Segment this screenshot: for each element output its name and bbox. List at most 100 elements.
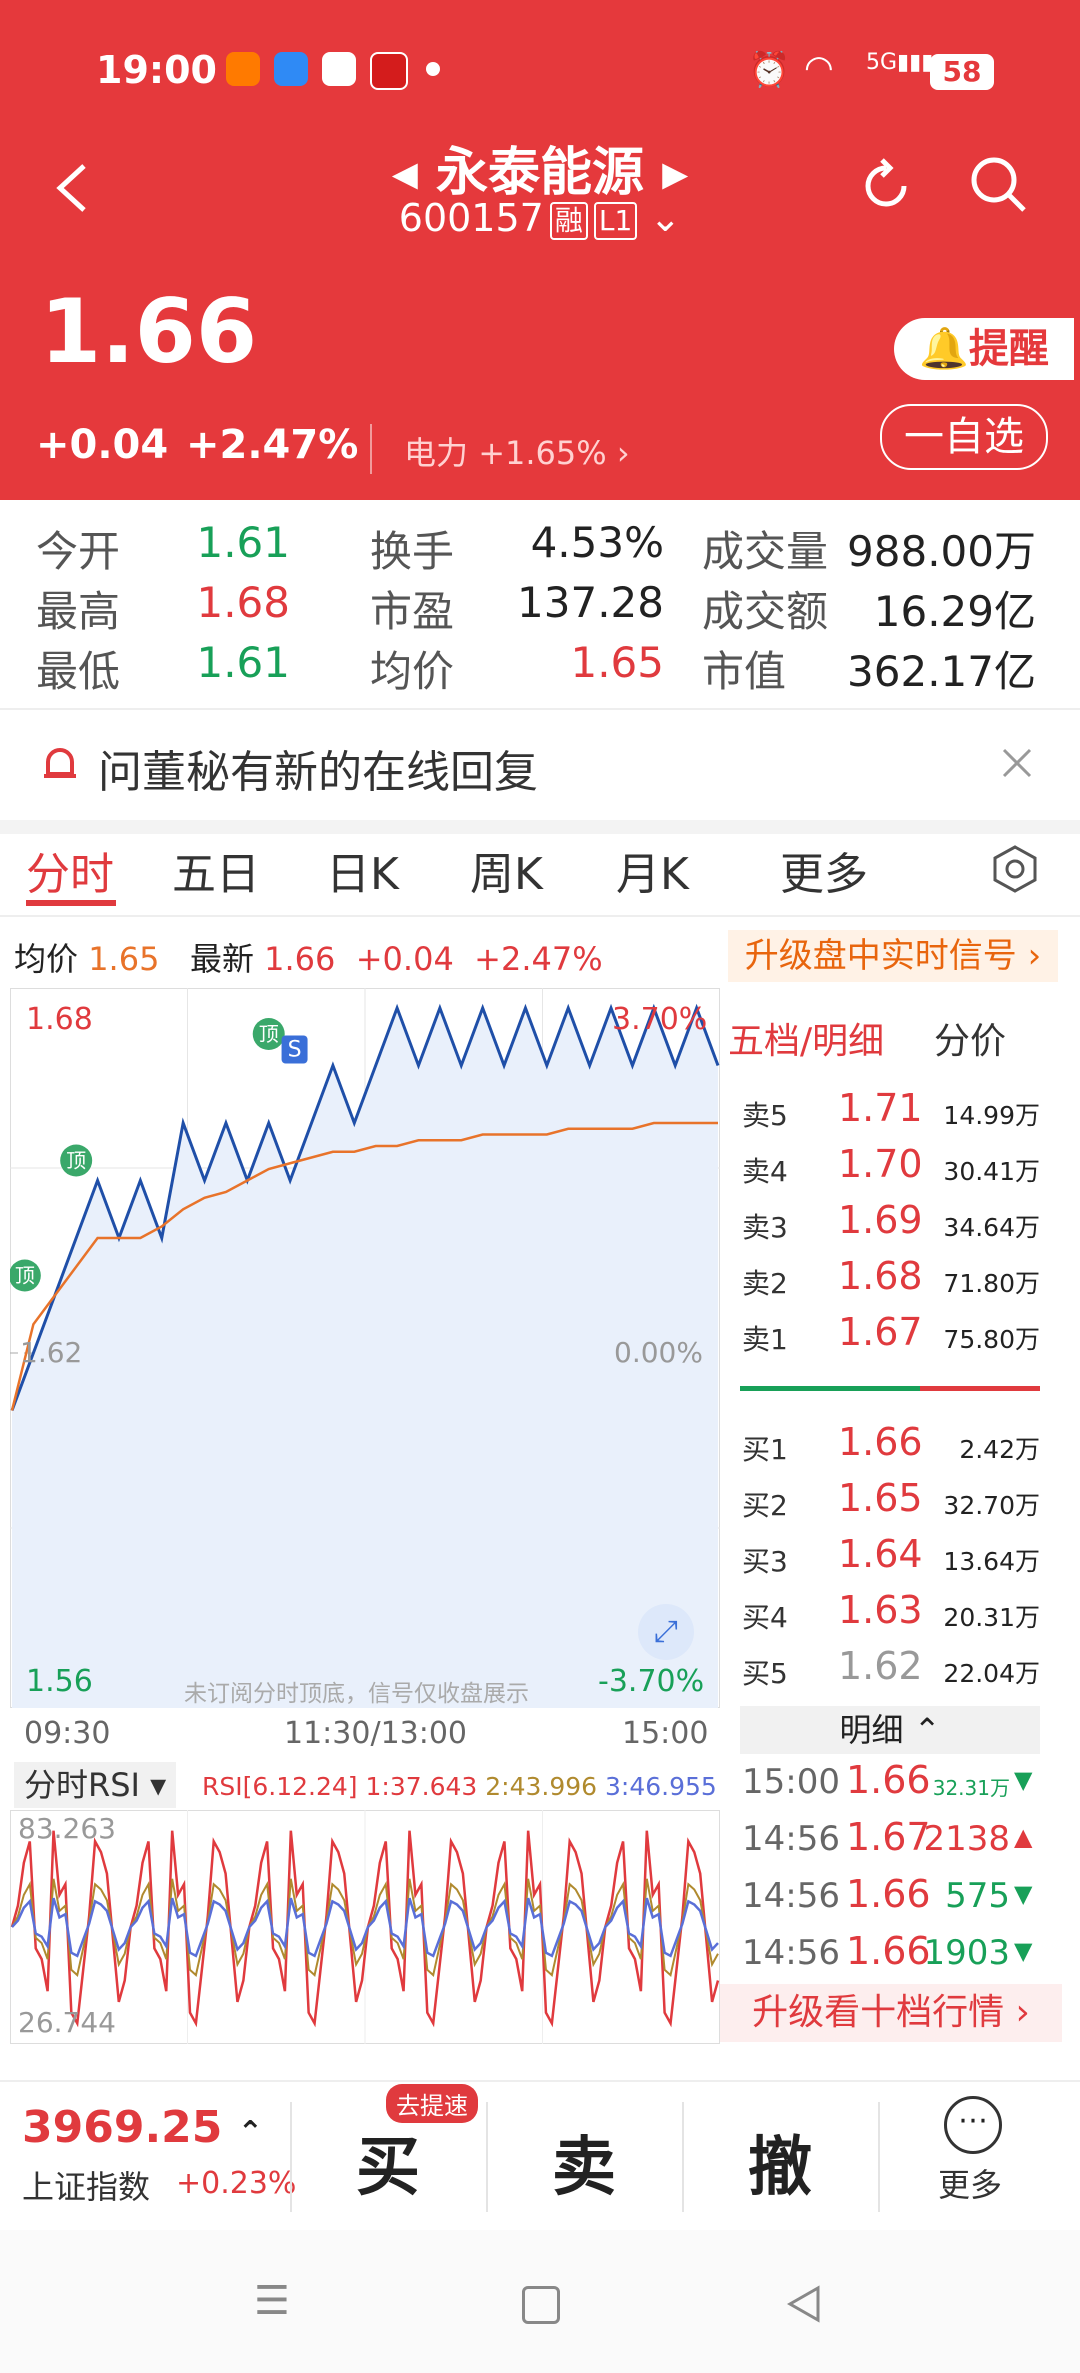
index-name: 上证指数 [22, 2168, 151, 2206]
sell-button[interactable]: 卖 [552, 2116, 616, 2208]
tab-1[interactable]: 五日 [172, 838, 260, 902]
tick-time: 14:56 [742, 1876, 840, 1916]
tick-volume: 575 [945, 1876, 1010, 1916]
ob-label: 卖4 [742, 1155, 788, 1188]
tab-underline [26, 900, 116, 906]
system-nav-bar: ☰ [0, 2230, 1080, 2373]
divider [486, 2102, 488, 2212]
stat-label: 均价 [370, 647, 455, 696]
y-label-mid: 1.62 [20, 1336, 83, 1369]
stat-value: 4.53% [530, 518, 664, 567]
menu-icon[interactable]: ☰ [254, 2278, 290, 2324]
upgrade-level10-button[interactable]: 升级看十档行情 › [720, 1984, 1062, 2042]
ob-label: 买3 [742, 1545, 788, 1578]
upgrade-signal-button[interactable]: 升级盘中实时信号 › [728, 930, 1058, 982]
status-time: 19:00 [96, 48, 217, 92]
watchlist-button[interactable]: 一自选 [880, 404, 1048, 470]
chart-info: 均价 1.65 最新 1.66 +0.04 +2.47% [14, 940, 603, 978]
y-label-top: 1.68 [26, 1002, 93, 1037]
divider [0, 915, 1080, 917]
arrow-up-icon: ▲ [1014, 1823, 1033, 1851]
ob-label: 卖2 [742, 1267, 788, 1300]
ob-price: 1.67 [838, 1310, 923, 1354]
y-label-bottom: 1.56 [26, 1664, 93, 1699]
arrow-down-icon: ▼ [1014, 1937, 1033, 1965]
back-nav-icon[interactable] [784, 2284, 824, 2324]
more-label[interactable]: 更多 [938, 2160, 1002, 2206]
ob-volume: 30.41万 [943, 1157, 1040, 1186]
divider [878, 2102, 880, 2212]
search-icon[interactable] [966, 152, 1030, 216]
rsi-selector[interactable]: 分时RSI ▾ [14, 1762, 177, 1808]
notice-text: 问董秘有新的在线回复 [98, 747, 538, 798]
prev-stock-icon[interactable]: ◂ [392, 143, 436, 203]
last-price: 1.66 [40, 280, 258, 383]
tick-time: 14:56 [742, 1933, 840, 1973]
ob-volume: 13.64万 [943, 1547, 1040, 1576]
bell-icon [44, 748, 76, 778]
fullscreen-icon[interactable]: ⤢ [638, 1604, 694, 1660]
top-marker-label: 顶 [66, 1149, 86, 1173]
stats-grid: 今开 1.61 换手 4.53% 成交量 988.00万 最高 1.68 市盈 137.28 成交额… [0, 500, 1080, 708]
notice-bar[interactable]: 问董秘有新的在线回复 [0, 708, 1080, 834]
buy-button[interactable]: 买 [356, 2116, 420, 2208]
settings-icon[interactable] [990, 844, 1040, 894]
alarm-icon: ⏰ [748, 50, 791, 90]
tick-volume: 2138 [923, 1819, 1010, 1859]
more-icon[interactable]: ⋯ [944, 2096, 1002, 2154]
stat-value: 16.29亿 [873, 587, 1036, 636]
remind-button[interactable]: 🔔提醒 [894, 318, 1074, 380]
top-marker-label: 顶 [15, 1264, 35, 1288]
price-change-pct: +2.47% [186, 422, 359, 468]
divider [370, 424, 372, 474]
stat-value: 362.17亿 [847, 647, 1036, 696]
stat-label: 市值 [702, 647, 787, 696]
dot-icon [426, 62, 440, 76]
stat-label: 成交量 [702, 527, 829, 576]
ob-label: 买1 [742, 1433, 788, 1466]
stat-value: 1.68 [196, 578, 290, 627]
stock-name: ◂ 永泰能源 ▸ [391, 143, 689, 203]
tab-5[interactable]: 更多 [780, 838, 868, 902]
index-pct: +0.23% [176, 2166, 297, 2201]
ob-volume: 71.80万 [943, 1269, 1040, 1298]
wifi-icon: ◠ [804, 48, 834, 88]
bid-ask-ratio-bar [740, 1386, 1040, 1391]
home-icon[interactable] [522, 2286, 560, 2324]
signal-icon: 5G▮▮▮ [866, 50, 934, 75]
x-label-mid: 11:30/13:00 [284, 1716, 468, 1751]
tab-2[interactable]: 日K [326, 838, 399, 902]
tab-4[interactable]: 月K [616, 838, 689, 902]
battery-icon: 58 [930, 54, 994, 90]
level-tag: L1 [593, 201, 638, 240]
price-dist-tab[interactable]: 分价 [934, 1012, 1006, 1064]
refresh-icon[interactable] [856, 156, 916, 216]
stat-value: 137.28 [517, 578, 664, 627]
stat-label: 成交额 [702, 587, 829, 636]
ob-price: 1.70 [838, 1142, 923, 1186]
ob-label: 买5 [742, 1657, 788, 1690]
ob-label: 卖1 [742, 1323, 788, 1356]
next-stock-icon[interactable]: ▸ [644, 143, 688, 203]
divider [682, 2102, 684, 2212]
chevron-down-icon[interactable]: ⌄ [637, 196, 681, 240]
pct-label-bottom: -3.70% [598, 1664, 705, 1699]
ob-price: 1.66 [838, 1420, 923, 1464]
rsi-chart[interactable] [10, 1810, 720, 2044]
cancel-order-button[interactable]: 撤 [748, 2116, 812, 2208]
close-icon[interactable] [1000, 746, 1036, 782]
ob-price: 1.63 [838, 1588, 923, 1632]
index-value[interactable]: 3969.25 ⌃ [22, 2102, 263, 2153]
app-icon [322, 52, 356, 86]
ob-volume: 32.70万 [943, 1491, 1040, 1520]
tab-0[interactable]: 分时 [26, 838, 114, 902]
sector-link[interactable]: 电力 +1.65% › [404, 428, 630, 474]
orderbook-tab[interactable]: 五档/明细 [728, 1012, 884, 1064]
price-change: +0.04 [36, 422, 169, 468]
sell-marker-label: S [288, 1038, 302, 1063]
stat-value: 1.65 [570, 638, 664, 687]
tab-3[interactable]: 周K [470, 838, 543, 902]
ob-volume: 22.04万 [943, 1659, 1040, 1688]
detail-toggle[interactable]: 明细 ⌃ [740, 1706, 1040, 1754]
pct-label-top: 3.70% [612, 1002, 708, 1037]
